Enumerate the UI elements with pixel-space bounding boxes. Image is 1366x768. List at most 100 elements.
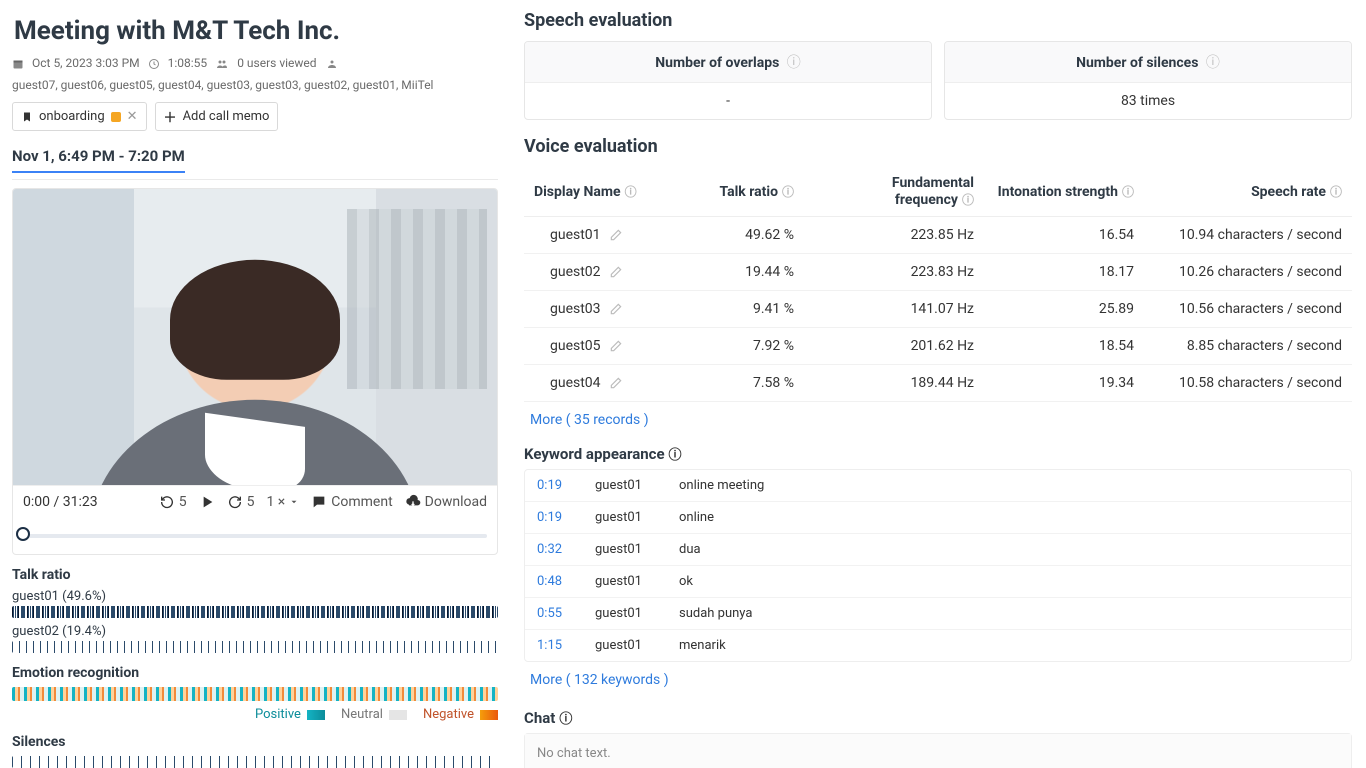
kw-time[interactable]: 0:19 xyxy=(537,510,571,525)
keyword-row[interactable]: 0:48guest01ok xyxy=(525,566,1351,598)
info-icon[interactable]: ⓘ xyxy=(1330,185,1342,199)
tag-chip-onboarding[interactable]: onboarding ✕ xyxy=(12,102,147,131)
kw-time[interactable]: 1:15 xyxy=(537,638,571,653)
table-row: guest057.92 %201.62 Hz18.548.85 characte… xyxy=(524,328,1352,365)
voice-eval-more-link[interactable]: More ( 35 records ) xyxy=(524,402,655,438)
keyword-row[interactable]: 0:32guest01dua xyxy=(525,534,1351,566)
kw-word: online meeting xyxy=(679,478,764,493)
voice-eval-table: Display Nameⓘ Talk ratioⓘ Fundamental fr… xyxy=(524,167,1352,402)
row-talk: 7.92 % xyxy=(684,328,804,365)
silences-label: Number of silences xyxy=(1076,55,1198,71)
keyword-row[interactable]: 1:15guest01menarik xyxy=(525,630,1351,661)
forward-5-button[interactable]: 5 xyxy=(227,494,255,510)
tag-remove-icon[interactable]: ✕ xyxy=(127,109,138,124)
talk-ratio-row-1-bar xyxy=(12,606,498,618)
col-rate: Speech rate xyxy=(1251,184,1326,200)
meta-bar: Oct 5, 2023 3:03 PM 1:08:55 0 users view… xyxy=(12,56,498,92)
video-card: 0:00 / 31:23 5 5 1 × xyxy=(12,188,498,555)
comment-button[interactable]: Comment xyxy=(311,494,392,510)
info-icon[interactable]: ⓘ xyxy=(1206,55,1220,71)
kw-speaker: guest01 xyxy=(595,574,655,589)
edit-icon[interactable] xyxy=(609,375,623,391)
speed-label: 1 × xyxy=(266,494,285,510)
video-preview[interactable] xyxy=(13,189,497,485)
seek-thumb[interactable] xyxy=(16,527,30,541)
row-rate: 10.56 characters / second xyxy=(1144,291,1352,328)
talk-ratio-row-2-bar xyxy=(12,641,498,653)
row-inton: 18.54 xyxy=(984,328,1144,365)
info-icon[interactable]: ⓘ xyxy=(1122,185,1134,199)
row-freq: 223.83 Hz xyxy=(804,254,984,291)
download-label: Download xyxy=(425,494,487,510)
info-icon[interactable]: ⓘ xyxy=(669,444,682,463)
row-rate: 10.94 characters / second xyxy=(1144,217,1352,254)
info-icon[interactable]: ⓘ xyxy=(782,185,794,199)
row-rate: 8.85 characters / second xyxy=(1144,328,1352,365)
kw-time[interactable]: 0:19 xyxy=(537,478,571,493)
emotion-legend: Positive Neutral Negative xyxy=(12,707,498,722)
table-row: guest047.58 %189.44 Hz19.3410.58 charact… xyxy=(524,365,1352,402)
download-button[interactable]: Download xyxy=(405,494,487,510)
overlaps-value: - xyxy=(525,83,931,119)
kw-word: online xyxy=(679,510,714,525)
chat-empty-text: No chat text. xyxy=(525,734,1351,768)
users-icon xyxy=(215,56,229,70)
created-date: Oct 5, 2023 3:03 PM xyxy=(32,56,140,70)
info-icon[interactable]: ⓘ xyxy=(962,193,974,207)
info-icon[interactable]: ⓘ xyxy=(787,55,801,71)
comment-label: Comment xyxy=(331,494,392,510)
talk-ratio-heading: Talk ratio xyxy=(12,567,498,583)
undo-icon xyxy=(159,494,175,510)
col-inton: Intonation strength xyxy=(998,184,1118,200)
date-range-tab[interactable]: Nov 1, 6:49 PM - 7:20 PM xyxy=(12,141,185,173)
kw-word: sudah punya xyxy=(679,606,752,621)
edit-icon[interactable] xyxy=(609,301,623,317)
edit-icon[interactable] xyxy=(609,338,623,354)
clock-icon xyxy=(148,56,160,70)
row-name: guest01 xyxy=(550,227,601,243)
kw-time[interactable]: 0:32 xyxy=(537,542,571,557)
talk-ratio-row-1-label: guest01 (49.6%) xyxy=(12,589,498,604)
rewind-5-button[interactable]: 5 xyxy=(159,494,187,510)
speed-selector[interactable]: 1 × xyxy=(266,494,299,510)
swatch-negative xyxy=(480,710,498,720)
keywords-more-link[interactable]: More ( 132 keywords ) xyxy=(524,662,675,698)
kw-time[interactable]: 0:55 xyxy=(537,606,571,621)
legend-negative: Negative xyxy=(423,707,474,722)
silences-card: Number of silences ⓘ 83 times xyxy=(944,41,1352,120)
row-rate: 10.26 characters / second xyxy=(1144,254,1352,291)
bookmark-icon xyxy=(21,111,33,123)
play-button[interactable] xyxy=(199,494,215,510)
legend-positive: Positive xyxy=(255,707,301,722)
swatch-neutral xyxy=(389,710,407,720)
keyword-row[interactable]: 0:19guest01online meeting xyxy=(525,470,1351,502)
talk-ratio-row-2-label: guest02 (19.4%) xyxy=(12,624,498,639)
kw-word: dua xyxy=(679,542,701,557)
tag-color-icon xyxy=(111,112,121,122)
calendar-icon xyxy=(12,56,24,70)
forward-amount: 5 xyxy=(247,494,255,510)
edit-icon[interactable] xyxy=(609,227,623,243)
chat-title: Chat ⓘ xyxy=(524,708,1352,727)
edit-icon[interactable] xyxy=(609,264,623,280)
chevron-down-icon xyxy=(289,497,299,507)
row-name: guest04 xyxy=(550,375,601,391)
add-memo-button[interactable]: ＋ Add call memo xyxy=(155,102,279,131)
row-talk: 49.62 % xyxy=(684,217,804,254)
row-freq: 223.85 Hz xyxy=(804,217,984,254)
keyword-row[interactable]: 0:55guest01sudah punya xyxy=(525,598,1351,630)
kw-time[interactable]: 0:48 xyxy=(537,574,571,589)
chat-box: No chat text. xyxy=(524,733,1352,768)
row-talk: 19.44 % xyxy=(684,254,804,291)
keyword-table: 0:19guest01online meeting0:19guest01onli… xyxy=(524,469,1352,662)
info-icon[interactable]: ⓘ xyxy=(559,708,572,727)
keyword-row[interactable]: 0:19guest01online xyxy=(525,502,1351,534)
emotion-heading: Emotion recognition xyxy=(12,665,498,681)
swatch-positive xyxy=(307,710,325,720)
add-memo-label: Add call memo xyxy=(183,109,270,124)
info-icon[interactable]: ⓘ xyxy=(625,185,637,199)
row-inton: 25.89 xyxy=(984,291,1144,328)
legend-neutral: Neutral xyxy=(341,707,383,722)
seek-track[interactable] xyxy=(23,526,487,542)
row-freq: 141.07 Hz xyxy=(804,291,984,328)
